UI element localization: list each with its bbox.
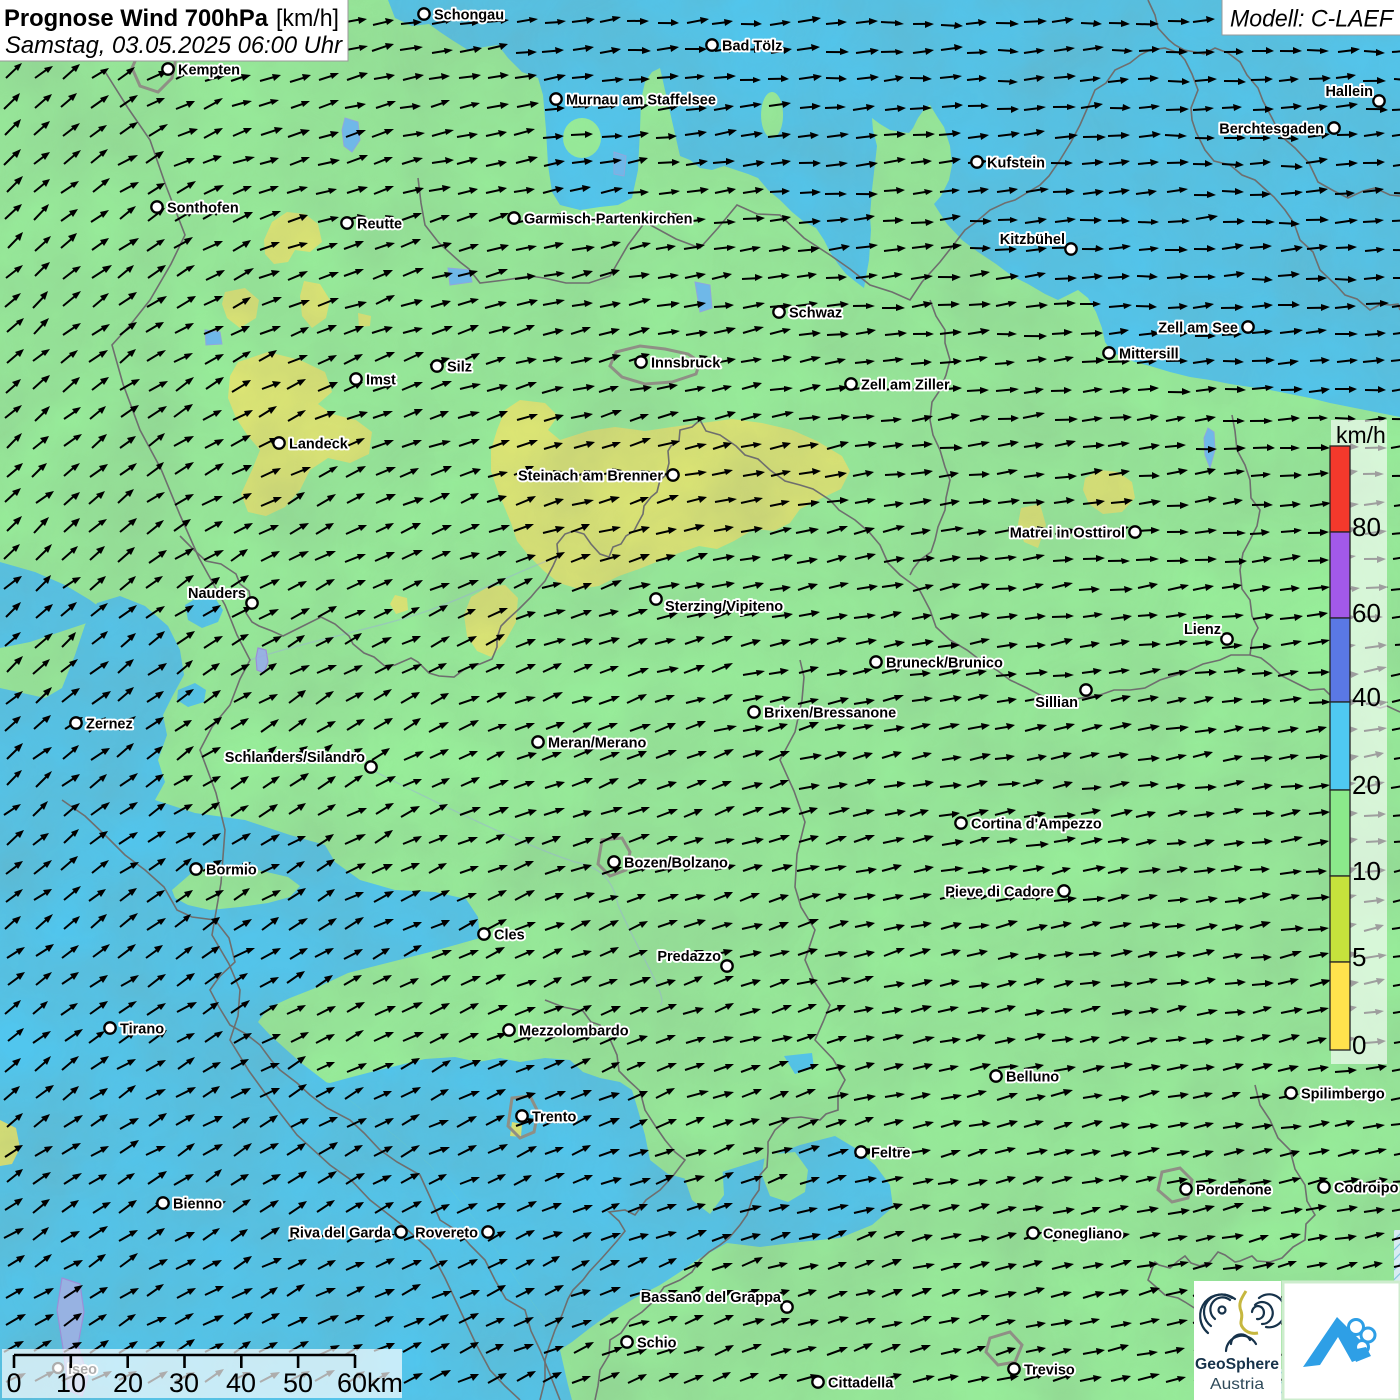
svg-text:Tirano: Tirano xyxy=(120,1022,164,1038)
svg-text:Imst: Imst xyxy=(366,373,396,389)
svg-text:Nauders: Nauders xyxy=(188,586,246,602)
svg-text:Kempten: Kempten xyxy=(178,63,240,79)
svg-text:Reutte: Reutte xyxy=(357,217,402,233)
svg-text:km/h: km/h xyxy=(1336,422,1386,448)
svg-text:Spilimbergo: Spilimbergo xyxy=(1301,1087,1385,1103)
svg-text:40: 40 xyxy=(226,1368,256,1398)
svg-text:Garmisch-Partenkirchen: Garmisch-Partenkirchen xyxy=(524,212,692,228)
svg-text:Silz: Silz xyxy=(447,360,472,376)
svg-text:Modell: C-LAEF: Modell: C-LAEF xyxy=(1230,6,1395,33)
svg-text:Mezzolombardo: Mezzolombardo xyxy=(519,1024,629,1040)
svg-text:Bad Tölz: Bad Tölz xyxy=(722,39,782,55)
svg-text:Kufstein: Kufstein xyxy=(987,156,1045,172)
svg-text:Belluno: Belluno xyxy=(1006,1070,1059,1086)
svg-text:Mittersill: Mittersill xyxy=(1119,347,1179,363)
svg-text:Landeck: Landeck xyxy=(289,437,349,453)
svg-text:Schio: Schio xyxy=(637,1336,677,1352)
svg-text:Predazzo: Predazzo xyxy=(657,949,721,965)
svg-text:20: 20 xyxy=(113,1368,143,1398)
svg-text:Samstag, 03.05.2025 06:00 Uhr: Samstag, 03.05.2025 06:00 Uhr xyxy=(5,32,343,59)
svg-text:Schlanders/Silandro: Schlanders/Silandro xyxy=(225,750,365,766)
svg-text:20: 20 xyxy=(1352,770,1381,800)
svg-text:Schwaz: Schwaz xyxy=(789,306,842,322)
svg-text:Bormio: Bormio xyxy=(206,863,257,879)
svg-text:Sonthofen: Sonthofen xyxy=(167,201,239,217)
svg-text:Conegliano: Conegliano xyxy=(1043,1227,1122,1243)
svg-text:Prognose Wind 700hPa: Prognose Wind 700hPa xyxy=(4,5,268,32)
svg-text:Austria: Austria xyxy=(1210,1376,1264,1393)
svg-text:Rovereto: Rovereto xyxy=(415,1226,478,1242)
svg-text:Sterzing/Vipiteno: Sterzing/Vipiteno xyxy=(665,599,783,615)
svg-text:Brixen/Bressanone: Brixen/Bressanone xyxy=(764,706,896,722)
svg-text:Bozen/Bolzano: Bozen/Bolzano xyxy=(624,856,728,872)
svg-text:Cles: Cles xyxy=(494,928,525,944)
svg-text:Bassano del Grappa: Bassano del Grappa xyxy=(641,1290,782,1306)
svg-text:GeoSphere: GeoSphere xyxy=(1195,1356,1279,1373)
svg-text:Treviso: Treviso xyxy=(1024,1363,1075,1379)
svg-text:Matrei in Osttirol: Matrei in Osttirol xyxy=(1010,526,1125,542)
svg-text:10: 10 xyxy=(56,1368,86,1398)
svg-text:5: 5 xyxy=(1352,942,1366,972)
svg-text:Bienno: Bienno xyxy=(173,1197,222,1213)
svg-text:Murnau am Staffelsee: Murnau am Staffelsee xyxy=(566,93,716,109)
svg-text:Codroipo: Codroipo xyxy=(1334,1181,1399,1197)
svg-text:Zell am Ziller: Zell am Ziller xyxy=(861,378,950,394)
svg-text:Bruneck/Brunico: Bruneck/Brunico xyxy=(886,656,1003,672)
svg-text:60km: 60km xyxy=(337,1368,403,1398)
svg-text:Sillian: Sillian xyxy=(1035,695,1078,711)
svg-text:50: 50 xyxy=(283,1368,313,1398)
svg-text:Zell am See: Zell am See xyxy=(1158,321,1238,337)
svg-text:Schongau: Schongau xyxy=(434,8,504,24)
svg-text:40: 40 xyxy=(1352,682,1381,712)
svg-text:Trento: Trento xyxy=(532,1110,576,1126)
svg-text:Feltre: Feltre xyxy=(871,1146,911,1162)
svg-text:80: 80 xyxy=(1352,512,1381,542)
svg-text:Zernez: Zernez xyxy=(86,717,133,733)
svg-text:Berchtesgaden: Berchtesgaden xyxy=(1219,122,1324,138)
svg-text:Innsbruck: Innsbruck xyxy=(651,356,721,372)
svg-text:30: 30 xyxy=(169,1368,199,1398)
svg-text:10: 10 xyxy=(1352,856,1381,886)
svg-text:Pordenone: Pordenone xyxy=(1196,1183,1272,1199)
svg-text:Riva del Garda: Riva del Garda xyxy=(289,1226,391,1242)
svg-text:Kitzbühel: Kitzbühel xyxy=(1000,232,1065,248)
svg-text:Cortina d'Ampezzo: Cortina d'Ampezzo xyxy=(971,817,1102,833)
svg-text:0: 0 xyxy=(6,1368,21,1398)
svg-text:Steinach am Brenner: Steinach am Brenner xyxy=(518,469,663,485)
svg-text:60: 60 xyxy=(1352,598,1381,628)
svg-text:Hallein: Hallein xyxy=(1325,84,1373,100)
svg-text:Meran/Merano: Meran/Merano xyxy=(548,736,646,752)
svg-text:[km/h]: [km/h] xyxy=(276,5,339,32)
svg-text:Lienz: Lienz xyxy=(1184,622,1221,638)
svg-text:Pieve di Cadore: Pieve di Cadore xyxy=(945,885,1054,901)
svg-text:0: 0 xyxy=(1352,1030,1366,1060)
svg-text:Cittadella: Cittadella xyxy=(828,1376,894,1392)
